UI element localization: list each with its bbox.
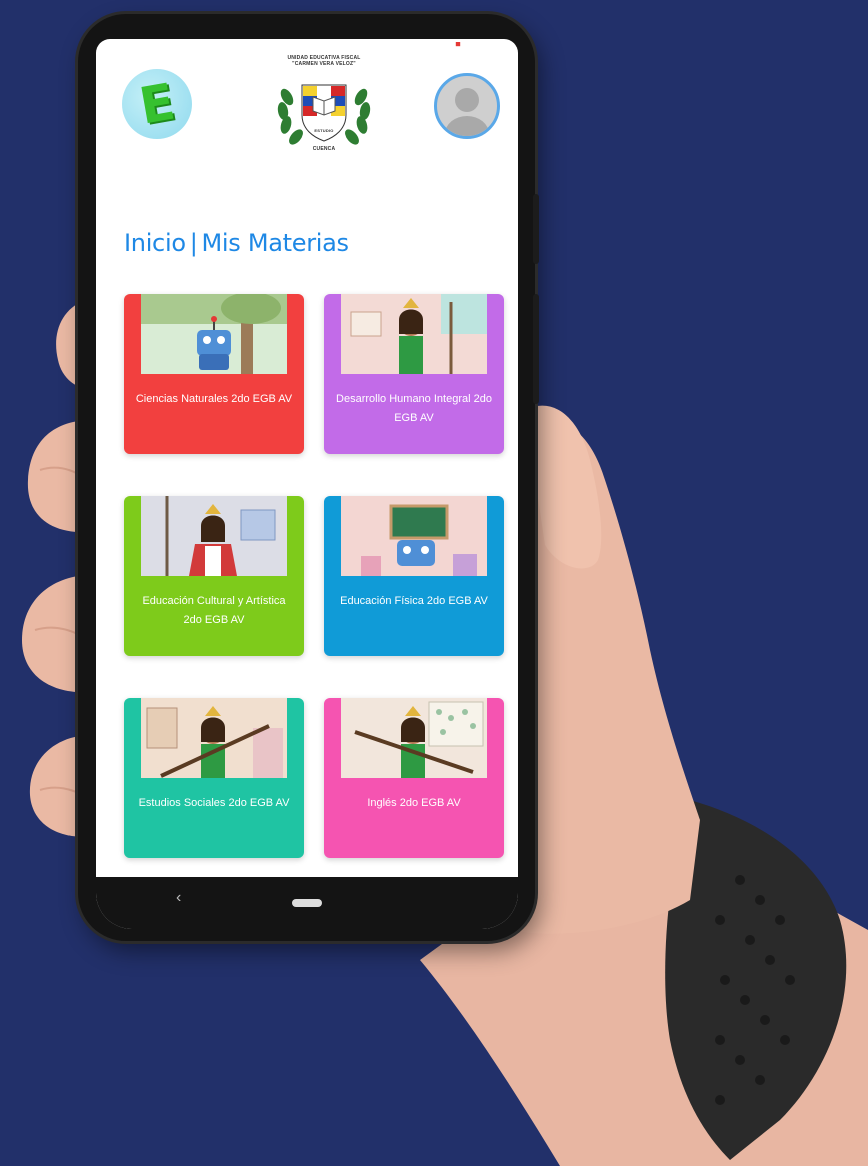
subject-card-label: Ciencias Naturales 2do EGB AV: [135, 393, 293, 405]
app-logo[interactable]: E: [122, 69, 192, 139]
subject-card-label: Desarrollo Humano Integral 2do EGB AV: [336, 393, 492, 424]
subject-card-educacion-fisica[interactable]: Educación Física 2do EGB AV: [324, 496, 504, 656]
back-chevron-icon[interactable]: ‹: [176, 889, 181, 907]
subject-thumbnail: [141, 698, 287, 778]
school-crest: UNIDAD EDUCATIVA FISCAL "CARMEN VERA VEL…: [269, 49, 379, 159]
app-screen: 3:45 33 % E UNIDAD EDUCATIVA FISCAL "CAR…: [96, 39, 518, 929]
subject-card-ingles[interactable]: Inglés 2do EGB AV: [324, 698, 504, 858]
home-pill-button[interactable]: [292, 899, 322, 907]
breadcrumb-current: Mis Materias: [201, 229, 350, 257]
subject-thumbnail: [141, 496, 287, 576]
subject-thumbnail: [341, 698, 487, 778]
breadcrumb: Inicio | Mis Materias: [124, 229, 349, 257]
breadcrumb-separator: |: [189, 229, 198, 257]
profile-avatar[interactable]: [434, 73, 500, 139]
subject-thumbnail: [141, 294, 287, 374]
subject-card-desarrollo-humano[interactable]: Desarrollo Humano Integral 2do EGB AV: [324, 294, 504, 454]
crest-city: CUENCA: [312, 146, 336, 152]
subject-thumbnail: [341, 496, 487, 576]
user-icon: [445, 88, 489, 136]
app-header: E UNIDAD EDUCATIVA FISCAL "CARMEN VERA V…: [96, 39, 518, 159]
subject-card-label: Educación Cultural y Artística 2do EGB A…: [142, 595, 286, 626]
laurel-emblem-icon: [277, 84, 371, 145]
subject-card-label: Educación Física 2do EGB AV: [340, 595, 488, 607]
power-button: [533, 294, 539, 404]
subject-card-educacion-cultural[interactable]: Educación Cultural y Artística 2do EGB A…: [124, 496, 304, 656]
subject-card-label: Inglés 2do EGB AV: [367, 797, 461, 809]
app-logo-letter: E: [135, 72, 179, 136]
android-nav-bar: ‹: [96, 877, 518, 929]
breadcrumb-home-link[interactable]: Inicio: [124, 229, 186, 257]
subject-card-label: Estudios Sociales 2do EGB AV: [138, 797, 290, 809]
subject-card-estudios-sociales[interactable]: Estudios Sociales 2do EGB AV: [124, 698, 304, 858]
phone-device: 3:45 33 % E UNIDAD EDUCATIVA FISCAL "CAR…: [78, 14, 539, 941]
subject-thumbnail: [341, 294, 487, 374]
crest-motto: ESTUDIO: [314, 128, 334, 133]
subject-card-ciencias-naturales[interactable]: Ciencias Naturales 2do EGB AV: [124, 294, 304, 454]
volume-button: [533, 194, 539, 264]
